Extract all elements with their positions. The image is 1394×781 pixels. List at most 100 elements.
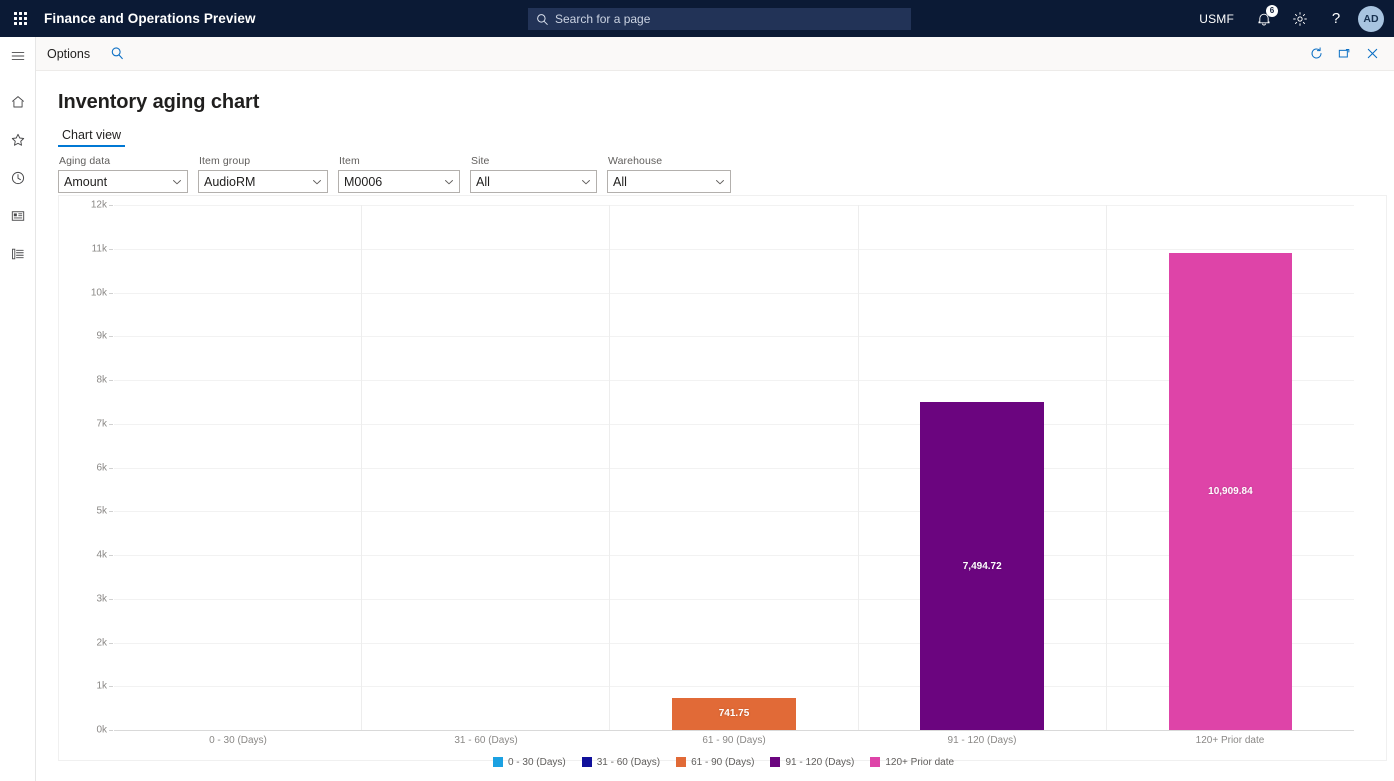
company-selector[interactable]: USMF — [1187, 0, 1246, 37]
x-axis-label: 31 - 60 (Days) — [362, 730, 610, 752]
chevron-down-icon[interactable] — [439, 177, 459, 187]
toolbar-window-actions — [1302, 37, 1394, 71]
y-axis-label: 6k — [96, 462, 107, 473]
chevron-down-icon[interactable] — [167, 177, 187, 187]
legend-item[interactable]: 31 - 60 (Days) — [582, 757, 660, 768]
chart-bar[interactable]: 741.75 — [672, 698, 796, 730]
chevron-down-icon[interactable] — [576, 177, 596, 187]
magnifier-icon[interactable] — [100, 37, 134, 71]
gear-icon[interactable] — [1282, 0, 1318, 37]
chart-category-column — [362, 205, 610, 730]
options-toolbar: Options — [36, 37, 1394, 71]
tab-chart-view[interactable]: Chart view — [58, 126, 125, 147]
legend-swatch — [582, 757, 592, 767]
filter-label-warehouse: Warehouse — [607, 155, 731, 167]
waffle-grid-icon[interactable] — [0, 0, 40, 37]
y-axis-tick — [109, 555, 113, 556]
legend-label: 91 - 120 (Days) — [785, 757, 854, 768]
chart-legend: 0 - 30 (Days) 31 - 60 (Days) 61 - 90 (Days… — [59, 752, 1388, 772]
chart-bar[interactable]: 7,494.72 — [920, 402, 1044, 730]
legend-label: 31 - 60 (Days) — [597, 757, 660, 768]
filter-value-site: All — [471, 175, 576, 189]
legend-item[interactable]: 61 - 90 (Days) — [676, 757, 754, 768]
y-axis-tick — [109, 686, 113, 687]
x-axis-label: 91 - 120 (Days) — [858, 730, 1106, 752]
filter-dropdown-item[interactable]: M0006 — [338, 170, 460, 193]
x-axis-label: 0 - 30 (Days) — [114, 730, 362, 752]
open-in-new-window-icon[interactable] — [1330, 37, 1358, 71]
legend-label: 0 - 30 (Days) — [508, 757, 566, 768]
filter-value-warehouse: All — [608, 175, 710, 189]
y-axis-label: 0k — [96, 725, 107, 736]
chart-bar-value-label: 741.75 — [719, 708, 750, 719]
y-axis-tick — [109, 380, 113, 381]
legend-swatch — [676, 757, 686, 767]
filter-field-aging-data: Aging dataAmount — [58, 155, 188, 193]
filter-dropdown-site[interactable]: All — [470, 170, 597, 193]
y-axis-label: 8k — [96, 375, 107, 386]
y-axis-label: 12k — [91, 200, 107, 211]
y-axis-label: 11k — [92, 243, 107, 254]
page-title: Inventory aging chart — [58, 91, 259, 114]
global-search-box[interactable] — [528, 8, 911, 30]
clock-icon[interactable] — [0, 159, 36, 197]
question-mark-icon[interactable]: ? — [1318, 0, 1354, 37]
y-axis-tick — [109, 293, 113, 294]
filter-label-item: Item — [338, 155, 460, 167]
filter-dropdown-warehouse[interactable]: All — [607, 170, 731, 193]
filter-dropdown-aging-data[interactable]: Amount — [58, 170, 188, 193]
legend-item[interactable]: 91 - 120 (Days) — [770, 757, 854, 768]
bell-icon[interactable]: 6 — [1246, 0, 1282, 37]
y-axis-label: 9k — [96, 331, 107, 342]
tab-strip: Chart view — [58, 126, 125, 147]
legend-swatch — [493, 757, 503, 767]
avatar[interactable]: AD — [1358, 6, 1384, 32]
refresh-icon[interactable] — [1302, 37, 1330, 71]
chart-category-column: 741.75 — [610, 205, 858, 730]
close-icon[interactable] — [1358, 37, 1386, 71]
filter-value-item-group: AudioRM — [199, 175, 307, 189]
filter-label-item-group: Item group — [198, 155, 328, 167]
chevron-down-icon[interactable] — [710, 177, 730, 187]
inventory-aging-chart: 12k11k10k9k8k7k6k5k4k3k2k1k0k 741.757,49… — [58, 195, 1387, 761]
chart-category-column: 7,494.72 — [859, 205, 1107, 730]
legend-item[interactable]: 120+ Prior date — [870, 757, 954, 768]
top-navigation-bar: Finance and Operations Preview USMF 6 — [0, 0, 1394, 37]
hamburger-icon[interactable] — [0, 37, 36, 75]
chevron-down-icon[interactable] — [307, 177, 327, 187]
filter-field-warehouse: Warehouse All — [607, 155, 731, 193]
top-right-actions: USMF 6 ? AD — [1187, 0, 1394, 37]
chart-plot-area: 12k11k10k9k8k7k6k5k4k3k2k1k0k 741.757,49… — [114, 205, 1354, 730]
filter-field-item: Item M0006 — [338, 155, 460, 193]
chart-bar[interactable]: 10,909.84 — [1169, 253, 1293, 730]
app-title: Finance and Operations Preview — [44, 11, 256, 26]
filter-value-item: M0006 — [339, 175, 439, 189]
chart-bar-value-label: 7,494.72 — [963, 561, 1002, 572]
filter-value-aging-data: Amount — [59, 175, 167, 189]
y-axis-tick — [109, 205, 113, 206]
y-axis-label: 7k — [96, 418, 107, 429]
search-input[interactable] — [555, 9, 885, 29]
search-icon — [536, 13, 549, 26]
notification-count-badge: 6 — [1266, 5, 1278, 17]
list-icon[interactable] — [0, 235, 36, 273]
legend-swatch — [870, 757, 880, 767]
filter-field-item-group: Item group AudioRM — [198, 155, 328, 193]
left-navigation-rail — [0, 37, 36, 781]
options-button[interactable]: Options — [36, 37, 100, 71]
y-axis-label: 4k — [96, 550, 107, 561]
chart-bars: 741.75 7,494.72 10,909.84 — [114, 205, 1354, 730]
y-axis-tick — [109, 599, 113, 600]
legend-item[interactable]: 0 - 30 (Days) — [493, 757, 566, 768]
chart-category-column — [114, 205, 362, 730]
filter-label-site: Site — [470, 155, 597, 167]
workspace-icon[interactable] — [0, 197, 36, 235]
star-icon[interactable] — [0, 121, 36, 159]
y-axis-label: 10k — [91, 287, 107, 298]
filter-dropdown-item-group[interactable]: AudioRM — [198, 170, 328, 193]
y-axis-tick — [109, 643, 113, 644]
y-axis-tick — [109, 468, 113, 469]
chart-x-axis: 0 - 30 (Days)31 - 60 (Days)61 - 90 (Days… — [114, 730, 1354, 752]
x-axis-label: 120+ Prior date — [1106, 730, 1354, 752]
home-icon[interactable] — [0, 83, 36, 121]
